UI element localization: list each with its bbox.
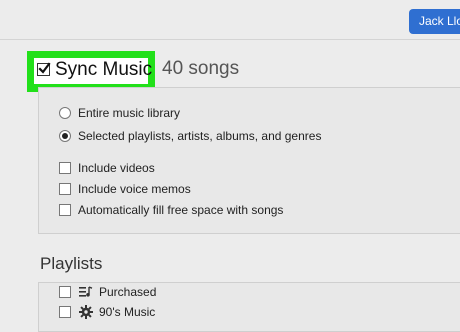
radio-button-selected[interactable] xyxy=(59,130,71,142)
checkmark-icon xyxy=(38,62,51,74)
checkbox-include-videos[interactable]: Include videos xyxy=(59,160,155,176)
checkbox[interactable] xyxy=(59,204,71,216)
top-divider xyxy=(0,39,460,40)
account-button[interactable]: Jack Llo xyxy=(409,9,460,34)
checkbox[interactable] xyxy=(59,162,71,174)
playlist-item-90s-music[interactable]: 90's Music xyxy=(59,304,155,320)
radio-selected-items[interactable]: Selected playlists, artists, albums, and… xyxy=(59,128,321,144)
playlist-label: 90's Music xyxy=(99,305,156,319)
sync-music-highlight: Sync Music xyxy=(27,51,155,92)
radio-label: Entire music library xyxy=(78,106,181,120)
purchased-list-icon xyxy=(79,285,93,299)
checkbox-label: Include videos xyxy=(78,161,155,175)
checkbox-autofill[interactable]: Automatically fill free space with songs xyxy=(59,202,283,218)
sync-music-checkbox[interactable] xyxy=(37,62,51,76)
radio-button[interactable] xyxy=(59,107,71,119)
checkbox-label: Automatically fill free space with songs xyxy=(78,203,284,217)
playlist-item-purchased[interactable]: Purchased xyxy=(59,284,156,300)
sync-music-label: Sync Music xyxy=(55,59,153,80)
radio-entire-library[interactable]: Entire music library xyxy=(59,105,180,121)
radio-label: Selected playlists, artists, albums, and… xyxy=(78,129,322,143)
checkbox[interactable] xyxy=(59,183,71,195)
smart-playlist-gear-icon xyxy=(79,305,93,319)
sync-music-control[interactable]: Sync Music xyxy=(34,58,152,84)
checkbox-label: Include voice memos xyxy=(78,182,191,196)
checkbox-include-voice-memos[interactable]: Include voice memos xyxy=(59,181,191,197)
song-count: 40 songs xyxy=(162,58,240,79)
playlists-heading: Playlists xyxy=(40,254,103,273)
checkbox[interactable] xyxy=(59,306,71,318)
playlist-label: Purchased xyxy=(99,285,157,299)
checkbox[interactable] xyxy=(59,286,71,298)
